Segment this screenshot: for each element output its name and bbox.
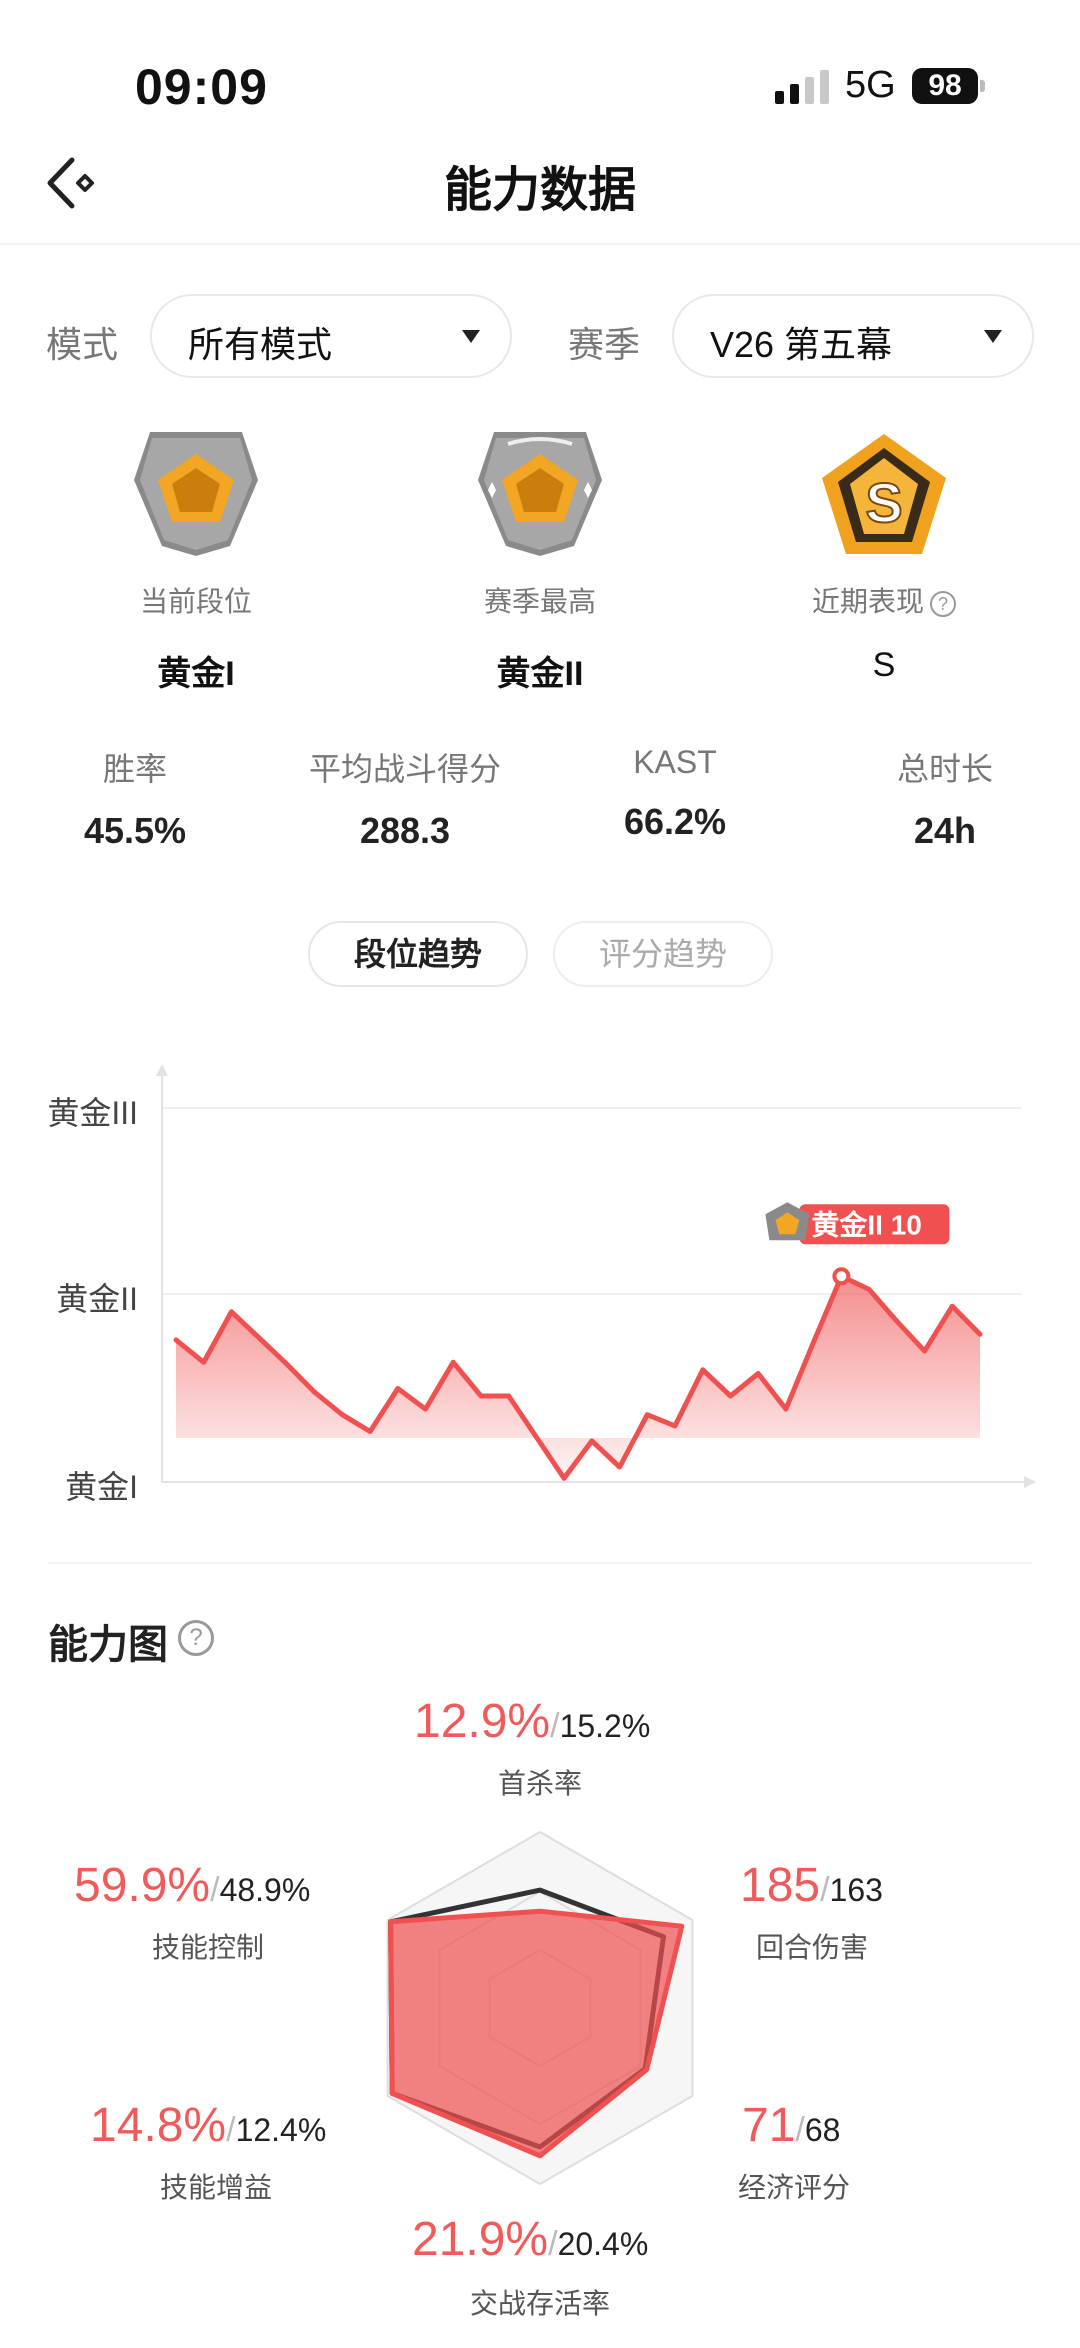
tab-score-trend[interactable]: 评分趋势 [553,921,773,987]
mode-select[interactable]: 所有模式 [150,294,512,378]
stat-label: 总时长 [896,751,993,787]
value-separator: / [550,1707,560,1745]
stat-label: 胜率 [102,751,167,787]
season-high-badge-icon [474,424,606,563]
radar-label-first-kill: 首杀率 [497,1768,582,1799]
stat-avg-combat-score: 平均战斗得分 288.3 [270,744,540,852]
mode-label: 模式 [46,324,119,365]
average-value: 15.2% [559,1708,651,1744]
current-rank-value: 黄金I [157,655,235,693]
stat-label: 平均战斗得分 [308,751,501,787]
recent-performance: 近期表现? S [734,580,1034,685]
header-divider [0,243,1080,245]
average-value: 48.9% [219,1872,311,1908]
ability-title: 能力图 [48,1623,168,1667]
mode-value: 所有模式 [188,324,333,365]
current-rank-badge-icon [130,424,262,563]
player-value: 71 [742,2099,796,2152]
value-separator: / [226,2111,236,2149]
page-title: 能力数据 [443,164,636,217]
stat-value: 24h [913,810,977,851]
radar-value-first-kill: 12.9%/15.2% [414,1694,650,1749]
x-axis-arrow [1024,1476,1036,1488]
section-divider [48,1562,1032,1564]
signal-icon [775,68,829,104]
battery-icon: 98 [912,68,978,104]
chevron-down-icon [984,330,1002,343]
season-value: V26 第五幕 [710,324,893,365]
average-value: 163 [829,1872,883,1908]
stat-kast: KAST 66.2% [540,744,810,843]
player-value: 12.9% [414,1695,551,1748]
radar-value-economy: 71/68 [742,2098,840,2153]
player-value: 59.9% [74,1859,211,1912]
season-select[interactable]: V26 第五幕 [672,294,1034,378]
stat-label: KAST [633,744,717,780]
player-value: 21.9% [412,2213,549,2266]
highlight-tag: 黄金II 10 [765,1202,950,1245]
rank-trend-chart: 黄金II 10 [156,1064,1036,1488]
stat-value: 45.5% [83,810,187,851]
average-value: 12.4% [235,2112,327,2148]
recent-performance-value: S [872,646,896,684]
current-rank: 当前段位 黄金I [46,580,346,695]
value-separator: / [210,1871,220,1909]
highlight-tag-label: 黄金II 10 [811,1208,921,1240]
radar-value-survival: 21.9%/20.4% [412,2212,648,2267]
season-label: 赛季 [568,324,641,365]
network-type: 5G [845,64,896,106]
radar-label-round-damage: 回合伤害 [755,1932,868,1963]
radar-label-survival: 交战存活率 [469,2288,610,2319]
tab-rank-trend[interactable]: 段位趋势 [308,921,528,987]
stat-value: 66.2% [623,801,727,842]
help-icon[interactable]: ? [930,590,956,617]
radar-chart [386,1830,694,2186]
stat-total-time: 总时长 24h [810,744,1080,852]
season-high-rank: 赛季最高 黄金II [390,580,690,695]
radar-value-skill-control: 59.9%/48.9% [74,1858,310,1913]
average-value: 20.4% [557,2226,649,2262]
player-value: 185 [740,1859,821,1912]
season-high-value: 黄金II [496,655,584,693]
radar-label-skill-control: 技能控制 [151,1932,264,1963]
value-separator: / [795,2111,805,2149]
average-value: 68 [804,2112,841,2148]
stat-value: 288.3 [359,810,451,851]
recent-performance-label: 近期表现 [811,586,924,617]
value-separator: / [548,2225,558,2263]
stat-win-rate: 胜率 45.5% [0,744,270,852]
current-rank-label: 当前段位 [139,586,252,617]
highlight-point[interactable] [832,1267,851,1286]
player-value: 14.8% [90,2099,227,2152]
svg-text:S: S [865,471,902,534]
performance-badge-icon: S [818,430,950,565]
value-separator: / [820,1871,830,1909]
radar-label-economy: 经济评分 [737,2172,850,2203]
status-time: 09:09 [135,59,268,115]
radar-value-skill-buff: 14.8%/12.4% [90,2098,326,2153]
battery-cap [980,80,985,92]
radar-value-round-damage: 185/163 [740,1858,883,1913]
radar-label-skill-buff: 技能增益 [159,2172,272,2203]
y-axis-arrow [156,1064,168,1076]
chevron-down-icon [462,330,480,343]
season-high-label: 赛季最高 [483,586,596,617]
help-icon[interactable]: ? [178,1620,214,1656]
